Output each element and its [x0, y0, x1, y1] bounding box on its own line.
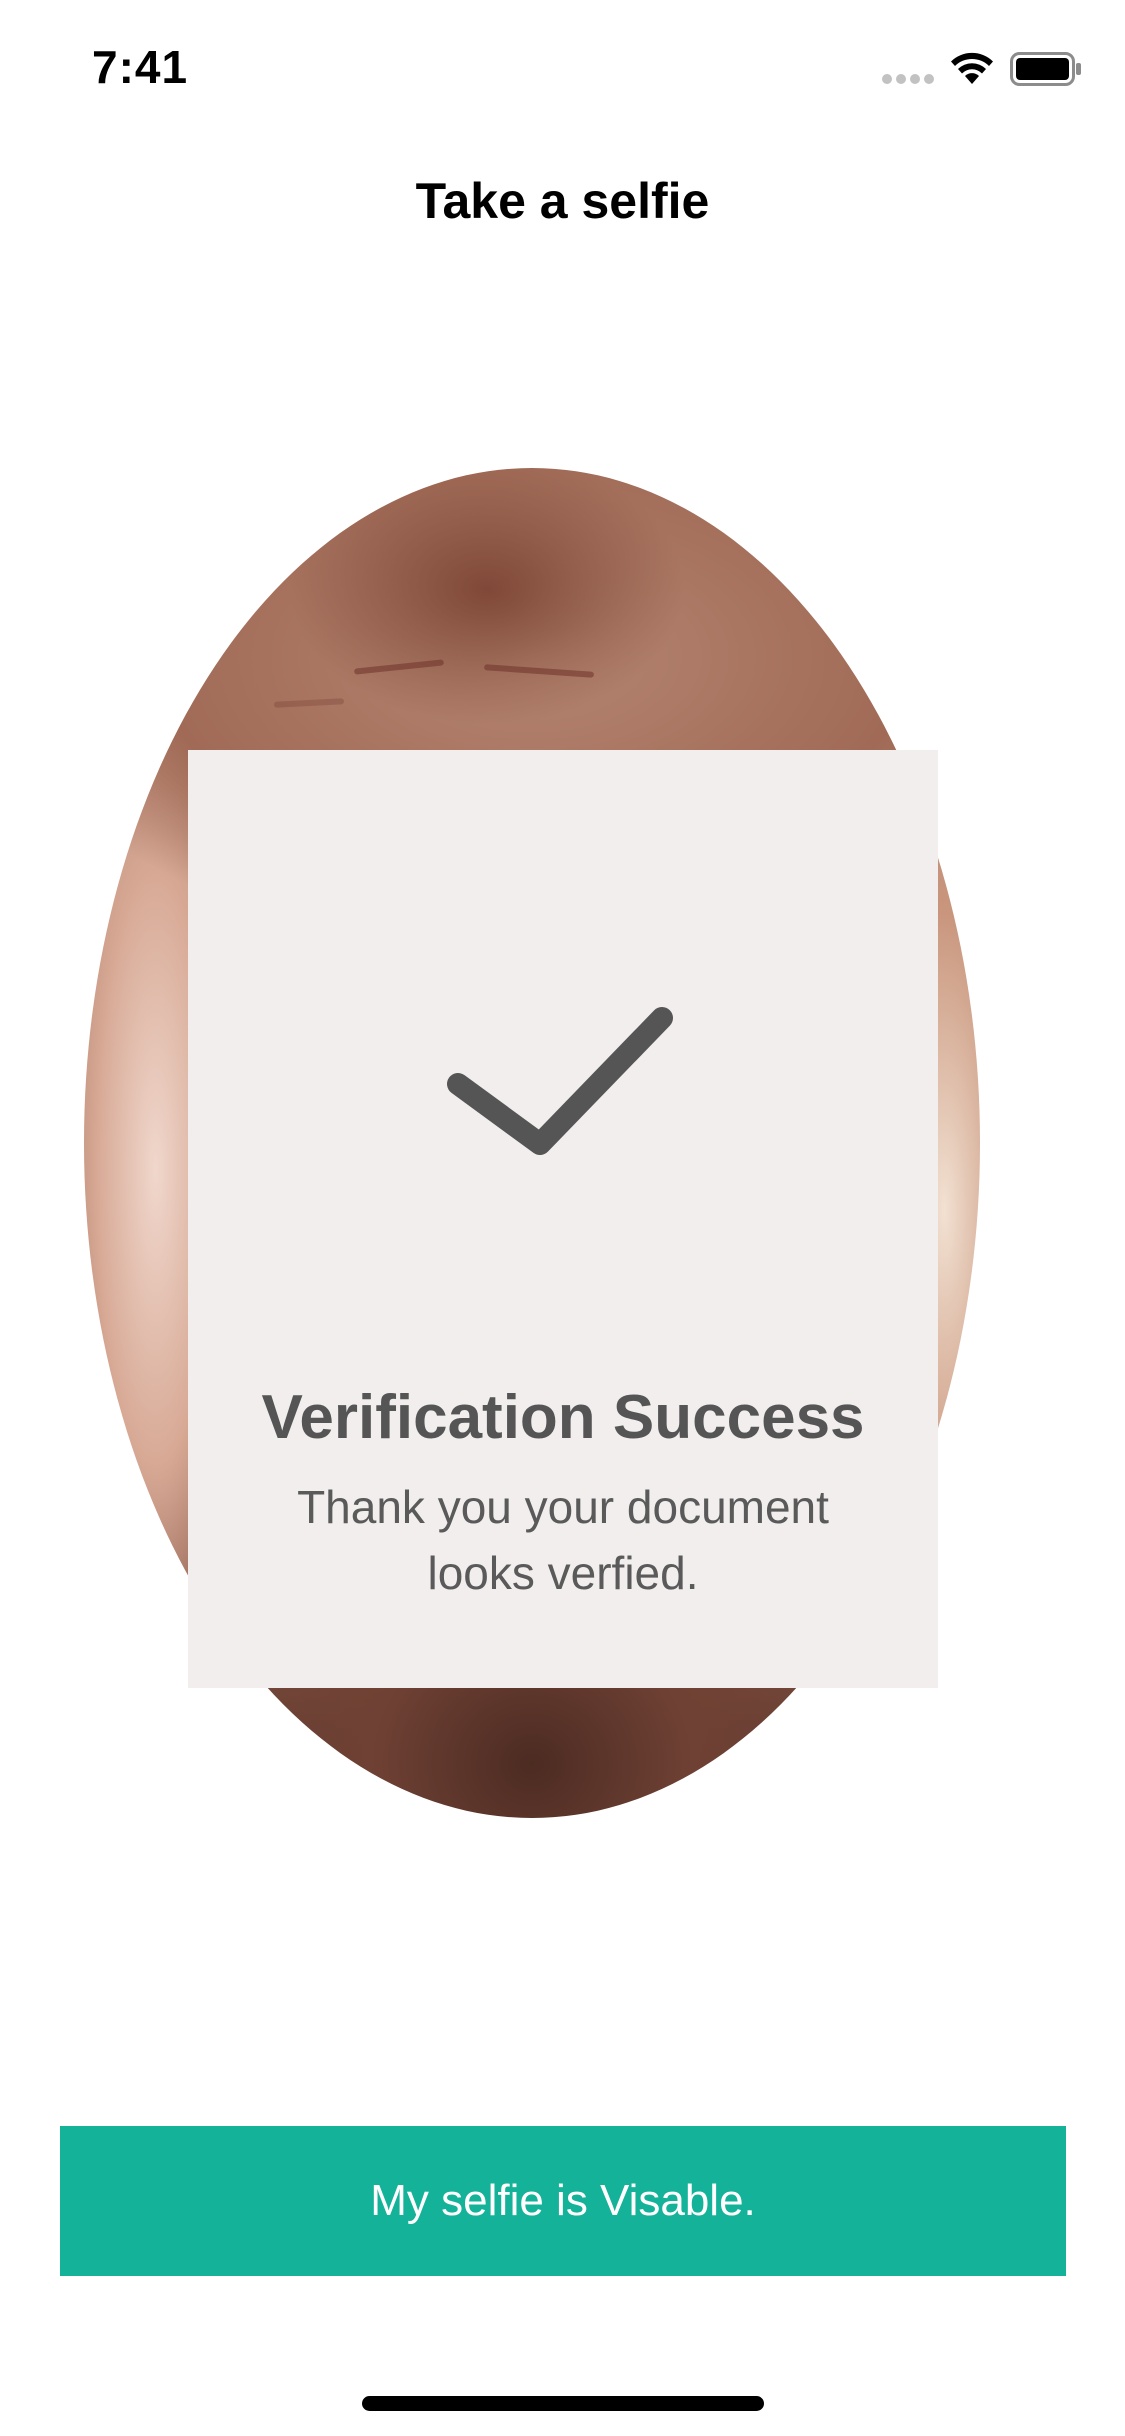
- verification-title: Verification Success: [261, 1383, 865, 1452]
- forehead-line: [273, 698, 345, 708]
- status-bar: 7:41: [0, 0, 1125, 140]
- selfie-visible-button[interactable]: My selfie is Visable.: [60, 2126, 1066, 2276]
- forehead-line: [483, 664, 595, 678]
- status-time: 7:41: [92, 41, 189, 93]
- selfie-screen: 7:41 Take a selfie Verification Success: [0, 0, 1125, 2436]
- home-indicator[interactable]: [362, 2396, 764, 2411]
- verification-message: Thank you your document looks verfied.: [297, 1481, 829, 1599]
- signal-icon: [882, 74, 934, 86]
- battery-icon: [1010, 52, 1081, 86]
- checkmark-icon: [447, 1007, 673, 1155]
- page-title: Take a selfie: [415, 173, 710, 229]
- forehead-line: [353, 659, 445, 675]
- verification-card: Verification Success Thank you your docu…: [188, 750, 938, 1688]
- wifi-icon: [951, 52, 993, 84]
